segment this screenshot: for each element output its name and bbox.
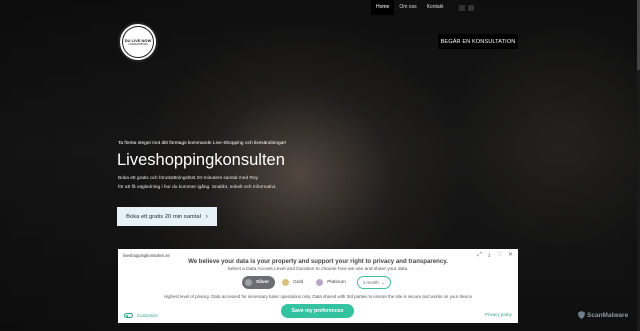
level-silver-option[interactable]: Silver (242, 276, 276, 289)
logo-ring: DU LIVE NOW LIVESHOPPING (122, 26, 154, 58)
scanmalware-watermark: ScanMalware (578, 311, 628, 319)
chevron-down-icon: ⌄ (381, 279, 385, 285)
site-logo[interactable]: DU LIVE NOW LIVESHOPPING (118, 22, 158, 62)
consultation-button[interactable]: BEGÄR EN KONSULTATION (438, 34, 518, 49)
square-icon[interactable] (458, 4, 465, 11)
silver-dot-icon (245, 279, 252, 286)
level-label: Silver (256, 280, 270, 285)
data-access-levels: Silver Gold Platinum 1 month ⌄ (242, 276, 391, 289)
hero-lead-line-1: Boka ett gratis och förutsättningslöst 2… (118, 176, 258, 181)
duration-select[interactable]: 1 month ⌄ (356, 276, 391, 289)
gold-dot-icon (282, 279, 290, 286)
nav-item-om-oss[interactable]: Om oss (394, 0, 421, 15)
banner-heading: We believe your data is your property an… (188, 258, 448, 265)
level-platinum-option[interactable]: Platinum (313, 276, 352, 289)
book-call-button[interactable]: Boka ett gratis 20 min samtal › (117, 207, 217, 226)
hero-kicker: Ta första steget mot ditt företags komma… (118, 141, 287, 146)
customize-toggle[interactable]: Customize (124, 313, 158, 318)
level-gold-option[interactable]: Gold (279, 276, 309, 289)
cookie-consent-banner: liveshoppingkonsulten.se ⤢ ⤓ ♡ ✕ We beli… (118, 249, 518, 323)
book-call-label: Boka ett gratis 20 min samtal (126, 213, 201, 220)
top-navigation: Home Om oss Kontakt (371, 0, 474, 15)
toggle-icon[interactable] (124, 313, 133, 318)
privacy-policy-link[interactable]: Privacy policy (485, 312, 512, 317)
shield-icon (578, 311, 585, 319)
duration-value: 1 month (362, 280, 379, 285)
logo-subtext: LIVESHOPPING (128, 43, 148, 46)
square-icon[interactable] (467, 4, 474, 11)
customize-label: Customize (137, 313, 158, 318)
banner-subheading: Select a Data Access Level and Duration … (227, 267, 409, 272)
hero-lead-line-2: för att få vägledning i hur du kommer ig… (118, 185, 277, 190)
level-label: Platinum (327, 280, 346, 285)
nav-item-home[interactable]: Home (371, 0, 395, 15)
nav-item-kontakt[interactable]: Kontakt (422, 0, 449, 15)
level-label: Gold (293, 280, 304, 285)
level-description: Highest level of privacy. Data accessed … (163, 294, 473, 299)
watermark-text: ScanMalware (587, 311, 629, 319)
platinum-dot-icon (316, 279, 324, 286)
chevron-right-icon: › (205, 213, 208, 220)
page-title: Liveshoppingkonsulten (117, 151, 285, 169)
save-preferences-button[interactable]: Save my preferences (281, 304, 354, 318)
nav-extra (458, 4, 474, 11)
